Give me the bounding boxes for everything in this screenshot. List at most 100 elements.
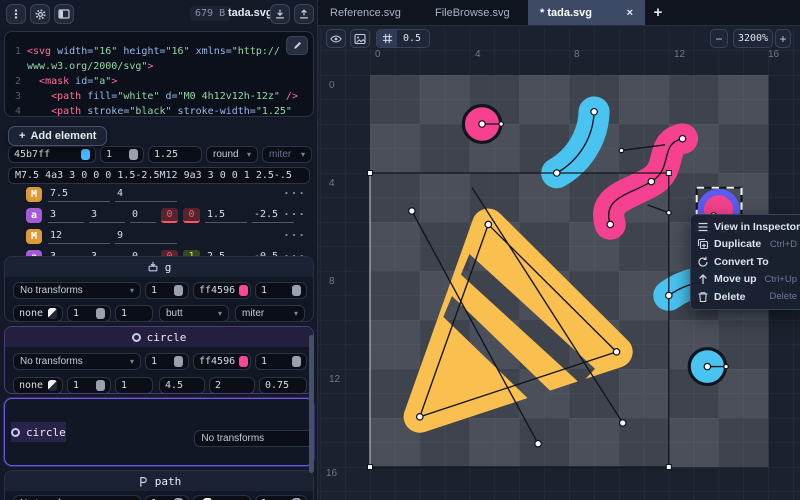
opacity-swatch[interactable]: [292, 356, 301, 367]
opacity-swatch[interactable]: [174, 285, 183, 296]
download-button[interactable]: [270, 4, 290, 24]
command-arg[interactable]: 0: [183, 208, 200, 223]
export-button[interactable]: [294, 4, 314, 24]
opacity-swatch[interactable]: [292, 285, 301, 296]
stroke-swatch[interactable]: [48, 380, 57, 391]
zoom-in-button[interactable]: +: [775, 29, 791, 48]
fill-color-input[interactable]: [193, 495, 251, 500]
command-arg[interactable]: 7.5: [48, 187, 110, 202]
fill-color-input[interactable]: ff4596: [193, 282, 251, 299]
stroke-input[interactable]: none: [13, 377, 63, 394]
code-line[interactable]: 1 <svg width="16" height="16" xmlns="htt…: [5, 44, 313, 59]
card-header-circle[interactable]: circle: [11, 422, 66, 442]
snap-grid-icon[interactable]: [377, 30, 397, 47]
inspector-scrollbar[interactable]: [309, 335, 314, 473]
stroke-width-input[interactable]: 1: [115, 305, 153, 322]
command-badge[interactable]: M: [26, 229, 42, 244]
fill-color-swatch[interactable]: [239, 285, 248, 296]
card-header-path[interactable]: path: [5, 471, 313, 491]
editor-tab[interactable]: FileBrowse.svg ×: [423, 0, 528, 25]
transforms-select[interactable]: No transforms▾: [194, 430, 314, 447]
context-menu-item[interactable]: Move up Ctrl+Up: [691, 271, 800, 289]
opacity-swatch[interactable]: [129, 149, 138, 160]
snap-control[interactable]: 0.5: [376, 29, 430, 48]
linejoin-select[interactable]: miter▾: [235, 305, 305, 322]
fill-opacity-input[interactable]: 1: [145, 282, 189, 299]
add-element-button[interactable]: + Add element: [8, 126, 107, 146]
stroke-opacity-input[interactable]: 1: [100, 146, 144, 163]
cy-input[interactable]: 2: [209, 377, 255, 394]
editor-tab[interactable]: Reference.svg ×: [318, 0, 423, 25]
command-badge[interactable]: a: [26, 208, 42, 223]
close-icon[interactable]: ×: [627, 7, 633, 19]
fill-color-input[interactable]: ff4596: [193, 353, 251, 370]
path-d-input[interactable]: M7.5 4a3 3 0 0 0 1.5-2.5M12 9a3 3 0 0 1 …: [8, 167, 310, 184]
transforms-select[interactable]: No transforms▾: [13, 353, 141, 370]
code-editor[interactable]: 1 <svg width="16" height="16" xmlns="htt…: [4, 31, 314, 117]
zoom-level[interactable]: 3200%: [733, 29, 773, 48]
transforms-select[interactable]: No transforms▾: [13, 495, 141, 500]
canvas-viewport[interactable]: 0 4 8 12 16 0 4 8 12 16: [318, 26, 800, 500]
card-header-g[interactable]: g: [5, 257, 313, 277]
command-arg[interactable]: 3: [89, 208, 125, 223]
row-menu-icon[interactable]: ···: [283, 187, 306, 200]
command-arg[interactable]: 0: [161, 208, 178, 223]
row-menu-icon[interactable]: ···: [283, 229, 306, 242]
fill-color-swatch[interactable]: [239, 356, 248, 367]
snap-value[interactable]: 0.5: [397, 33, 429, 44]
stroke-input[interactable]: none: [13, 305, 63, 322]
command-badge[interactable]: M: [26, 187, 42, 202]
kebab-menu-button[interactable]: [6, 4, 26, 24]
stroke-opacity-input[interactable]: 1: [67, 305, 111, 322]
card-header-circle[interactable]: circle: [5, 327, 313, 347]
background-image-button[interactable]: [350, 29, 370, 48]
row-menu-icon[interactable]: ···: [283, 208, 306, 221]
context-menu-item[interactable]: Convert To: [691, 253, 800, 271]
chevron-down-icon: ▾: [301, 150, 305, 159]
opacity-input[interactable]: 1: [255, 353, 307, 370]
stroke-color-input[interactable]: 45b7ff: [8, 146, 96, 163]
settings-button[interactable]: [30, 4, 50, 24]
linecap-select[interactable]: butt▾: [159, 305, 229, 322]
command-arg[interactable]: 12: [48, 229, 110, 244]
stroke-swatch[interactable]: [48, 308, 57, 319]
element-card-g[interactable]: g No transforms▾ 1 ff4596 1 none 1 1 but…: [4, 256, 314, 322]
fill-opacity-input[interactable]: 1: [145, 495, 189, 500]
opacity-input[interactable]: 1: [255, 282, 307, 299]
stroke-color-swatch[interactable]: [81, 149, 90, 160]
linejoin-select[interactable]: miter▾: [262, 146, 312, 163]
command-arg[interactable]: 3: [48, 208, 84, 223]
command-arg[interactable]: 1.5: [205, 208, 247, 223]
code-line[interactable]: 3 <path fill="white" d="M0 4h12v12h-12z"…: [5, 89, 313, 104]
r-input[interactable]: 0.75: [259, 377, 307, 394]
cx-input[interactable]: 4.5: [159, 377, 205, 394]
editor-tab[interactable]: * tada.svg ×: [528, 0, 645, 25]
linecap-select[interactable]: round▾: [206, 146, 258, 163]
element-card-circle1[interactable]: circle No transforms▾ 1 ff4596 1 none 1 …: [4, 326, 314, 394]
code-line[interactable]: 2 <mask id="a">: [5, 74, 313, 89]
opacity-swatch[interactable]: [96, 308, 105, 319]
stroke-width-input[interactable]: 1: [115, 377, 153, 394]
new-tab-button[interactable]: +: [645, 0, 671, 25]
zoom-out-button[interactable]: −: [710, 29, 728, 48]
context-menu-item[interactable]: View in Inspector: [691, 218, 800, 236]
code-line[interactable]: www.w3.org/2000/svg">: [5, 59, 313, 74]
element-card-path[interactable]: path No transforms▾ 1 1: [4, 470, 314, 500]
command-arg[interactable]: 0: [130, 208, 156, 223]
command-arg[interactable]: 9: [115, 229, 177, 244]
context-menu-item[interactable]: Delete Delete: [691, 288, 800, 306]
opacity-swatch[interactable]: [96, 380, 105, 391]
command-arg[interactable]: 4: [115, 187, 177, 202]
opacity-swatch[interactable]: [174, 356, 183, 367]
stroke-width-input[interactable]: 1.25: [148, 146, 202, 163]
element-card-circle2-selected[interactable]: circle No transforms▾ 1 ff4596 1 none 1 …: [4, 398, 314, 466]
transforms-select[interactable]: No transforms▾: [13, 282, 141, 299]
code-line[interactable]: 4 <path stroke="black" stroke-width="1.2…: [5, 104, 313, 117]
context-menu-item[interactable]: Duplicate Ctrl+D: [691, 236, 800, 254]
opacity-input[interactable]: 1: [255, 495, 307, 500]
edit-code-button[interactable]: [286, 36, 308, 55]
toggle-visibility-button[interactable]: [326, 29, 346, 48]
stroke-opacity-input[interactable]: 1: [67, 377, 111, 394]
fill-opacity-input[interactable]: 1: [145, 353, 189, 370]
layout-panels-button[interactable]: [54, 4, 74, 24]
